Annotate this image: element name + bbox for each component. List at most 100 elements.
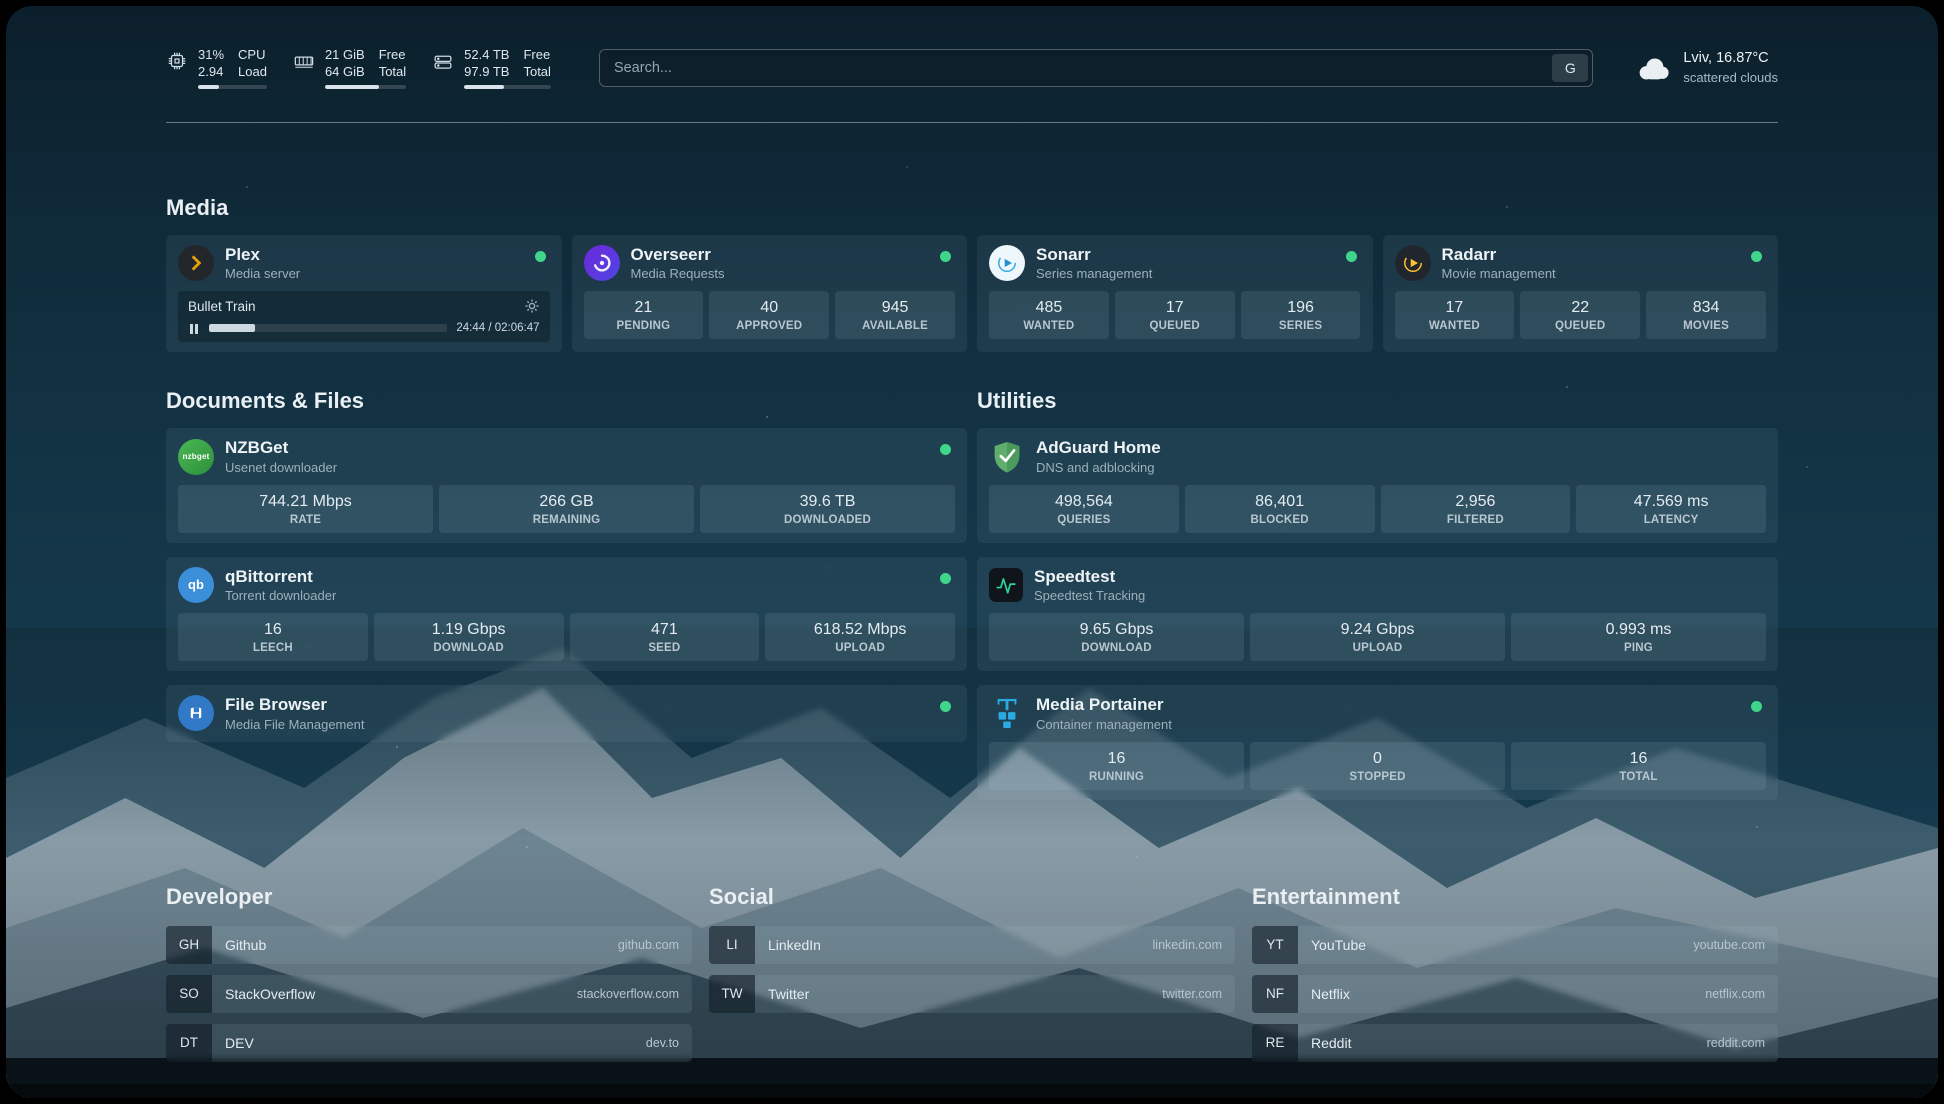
stat-value: 9.24 Gbps xyxy=(1254,621,1501,639)
plex-icon xyxy=(178,245,214,281)
bookmark-abbr: RE xyxy=(1252,1024,1298,1062)
stat-label: QUEUED xyxy=(1119,320,1231,332)
stat-value: 16 xyxy=(1515,750,1762,768)
stat-label: AVAILABLE xyxy=(839,320,951,332)
utilities-column: Utilities AdGuard Home xyxy=(977,388,1778,813)
bookmark-name: DEV xyxy=(225,1035,254,1051)
filebrowser-icon xyxy=(178,695,214,731)
stat-value: 834 xyxy=(1650,299,1762,317)
media-cards-row: Plex Media server Bullet Train xyxy=(166,235,1778,352)
bookmark-domain: youtube.com xyxy=(1693,938,1765,952)
bookmark-linkedin[interactable]: LI LinkedIn linkedin.com xyxy=(709,926,1235,964)
bookmark-name: LinkedIn xyxy=(768,937,821,953)
service-card-plex[interactable]: Plex Media server Bullet Train xyxy=(166,235,562,352)
stat-queued: 17 QUEUED xyxy=(1115,291,1235,339)
bookmark-abbr: LI xyxy=(709,926,755,964)
stat-value: 21 xyxy=(588,299,700,317)
stat-latency: 47.569 ms LATENCY xyxy=(1576,485,1766,533)
search-input[interactable] xyxy=(599,49,1593,87)
memory-values: 21 GiB 64 GiB xyxy=(325,47,365,81)
stat-filtered: 2,956 FILTERED xyxy=(1381,485,1571,533)
service-card-radarr[interactable]: Radarr Movie management 17 WANTED 22 QUE… xyxy=(1383,235,1779,352)
service-card-speedtest[interactable]: Speedtest Speedtest Tracking 9.65 Gbps D… xyxy=(977,557,1778,671)
bookmarks-developer: Developer GH Github github.com SO StackO… xyxy=(166,884,692,1073)
service-card-nzbget[interactable]: nzbget NZBGet Usenet downloader 744.21 M… xyxy=(166,428,967,542)
search-bar: G xyxy=(599,49,1593,87)
bookmark-domain: twitter.com xyxy=(1162,987,1222,1001)
sonarr-icon xyxy=(989,245,1025,281)
service-title: File Browser xyxy=(225,695,364,715)
disk-labels: Free Total xyxy=(523,47,550,81)
stat-value: 196 xyxy=(1245,299,1357,317)
stat-leech: 16 LEECH xyxy=(178,613,368,661)
service-card-overseerr[interactable]: Overseerr Media Requests 21 PENDING 40 A… xyxy=(572,235,968,352)
stat-rate: 744.21 Mbps RATE xyxy=(178,485,433,533)
bookmarks-social: Social LI LinkedIn linkedin.com TW Twitt… xyxy=(709,884,1235,1073)
bookmark-reddit[interactable]: RE Reddit reddit.com xyxy=(1252,1024,1778,1062)
disk-values: 52.4 TB 97.9 TB xyxy=(464,47,509,81)
stat-label: WANTED xyxy=(1399,320,1511,332)
nzbget-icon: nzbget xyxy=(178,439,214,475)
stat-value: 86,401 xyxy=(1189,493,1371,511)
cloud-icon xyxy=(1633,53,1671,83)
stat-wanted: 485 WANTED xyxy=(989,291,1109,339)
service-title: NZBGet xyxy=(225,438,337,458)
status-dot xyxy=(1751,251,1762,262)
section-title-entertainment: Entertainment xyxy=(1252,884,1778,910)
section-title-documents: Documents & Files xyxy=(166,388,967,414)
stat-upload: 9.24 Gbps UPLOAD xyxy=(1250,613,1505,661)
stat-label: STOPPED xyxy=(1254,771,1501,783)
stat-queued: 22 QUEUED xyxy=(1520,291,1640,339)
search-provider-button[interactable]: G xyxy=(1552,54,1588,82)
service-card-qbittorrent[interactable]: qb qBittorrent Torrent downloader 16 LEE… xyxy=(166,557,967,671)
bookmark-name: StackOverflow xyxy=(225,986,315,1002)
playback-progress-bar[interactable] xyxy=(209,324,447,332)
memory-progress-bar xyxy=(325,85,406,89)
stat-blocked: 86,401 BLOCKED xyxy=(1185,485,1375,533)
stat-series: 196 SERIES xyxy=(1241,291,1361,339)
top-bar: 31% 2.94 CPU Load xyxy=(166,42,1778,94)
service-title: Media Portainer xyxy=(1036,695,1172,715)
disk-icon xyxy=(432,47,454,75)
status-dot xyxy=(1346,251,1357,262)
bookmark-dev[interactable]: DT DEV dev.to xyxy=(166,1024,692,1062)
stat-upload: 618.52 Mbps UPLOAD xyxy=(765,613,955,661)
memory-icon xyxy=(293,47,315,75)
stat-queries: 498,564 QUERIES xyxy=(989,485,1179,533)
resource-widgets: 31% 2.94 CPU Load xyxy=(166,47,551,90)
bookmark-github[interactable]: GH Github github.com xyxy=(166,926,692,964)
service-desc: Speedtest Tracking xyxy=(1034,588,1145,603)
service-card-sonarr[interactable]: Sonarr Series management 485 WANTED 17 Q… xyxy=(977,235,1373,352)
stat-value: 39.6 TB xyxy=(704,493,951,511)
resource-cpu: 31% 2.94 CPU Load xyxy=(166,47,267,90)
pause-icon[interactable] xyxy=(188,322,200,334)
service-desc: Torrent downloader xyxy=(225,588,336,603)
bookmark-abbr: GH xyxy=(166,926,212,964)
service-card-filebrowser[interactable]: File Browser Media File Management xyxy=(166,685,967,741)
bookmark-netflix[interactable]: NF Netflix netflix.com xyxy=(1252,975,1778,1013)
stat-value: 17 xyxy=(1119,299,1231,317)
service-card-adguard[interactable]: AdGuard Home DNS and adblocking 498,564 … xyxy=(977,428,1778,542)
stat-label: UPLOAD xyxy=(1254,642,1501,654)
service-desc: Container management xyxy=(1036,717,1172,732)
bookmark-youtube[interactable]: YT YouTube youtube.com xyxy=(1252,926,1778,964)
bookmark-abbr: NF xyxy=(1252,975,1298,1013)
stat-value: 17 xyxy=(1399,299,1511,317)
bookmark-abbr: DT xyxy=(166,1024,212,1062)
stat-label: PENDING xyxy=(588,320,700,332)
disk-progress-bar xyxy=(464,85,551,89)
stat-value: 471 xyxy=(574,621,756,639)
stat-label: FILTERED xyxy=(1385,514,1567,526)
stat-label: PING xyxy=(1515,642,1762,654)
stat-value: 498,564 xyxy=(993,493,1175,511)
service-card-portainer[interactable]: Media Portainer Container management 16 … xyxy=(977,685,1778,799)
weather-condition: scattered clouds xyxy=(1683,69,1778,87)
cpu-labels: CPU Load xyxy=(238,47,267,81)
bookmark-domain: netflix.com xyxy=(1705,987,1765,1001)
gear-icon[interactable] xyxy=(524,298,540,314)
stat-label: SEED xyxy=(574,642,756,654)
dashboard-frame: 31% 2.94 CPU Load xyxy=(6,6,1938,1098)
bookmark-stackoverflow[interactable]: SO StackOverflow stackoverflow.com xyxy=(166,975,692,1013)
bookmark-twitter[interactable]: TW Twitter twitter.com xyxy=(709,975,1235,1013)
section-title-developer: Developer xyxy=(166,884,692,910)
